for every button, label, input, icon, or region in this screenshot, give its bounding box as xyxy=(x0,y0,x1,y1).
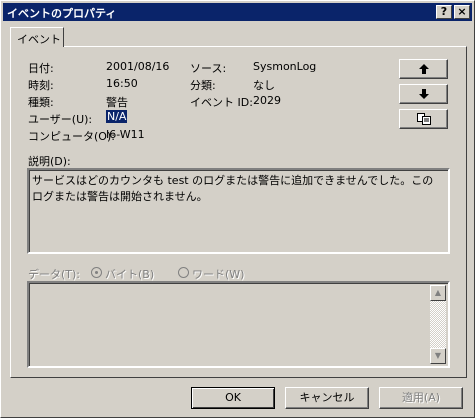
title-bar: イベントのプロパティ ? × xyxy=(3,3,472,21)
help-button[interactable]: ? xyxy=(436,5,452,19)
scroll-up-icon[interactable]: ▲ xyxy=(430,285,446,301)
description-textbox[interactable]: サービスはどのカウンタも test のログまたは警告に追加できませんでした。この… xyxy=(27,168,450,254)
next-event-button[interactable] xyxy=(399,84,448,104)
user-value[interactable]: N/A xyxy=(106,110,128,123)
type-value: 警告 xyxy=(106,96,128,109)
source-value: SysmonLog xyxy=(253,60,317,73)
word-radio[interactable] xyxy=(178,267,189,278)
scroll-down-icon[interactable]: ▼ xyxy=(430,348,446,364)
arrow-up-icon xyxy=(418,64,429,74)
type-label: 種類: xyxy=(28,96,54,109)
description-text: サービスはどのカウンタも test のログまたは警告に追加できませんでした。この… xyxy=(32,174,434,203)
user-label: ユーザー(U): xyxy=(28,113,93,126)
source-label: ソース: xyxy=(190,62,227,75)
close-button[interactable]: × xyxy=(454,5,470,19)
event-id-value: 2029 xyxy=(253,94,281,107)
cancel-button[interactable]: キャンセル xyxy=(285,387,369,409)
ok-button[interactable]: OK xyxy=(191,387,275,409)
category-label: 分類: xyxy=(190,79,216,92)
category-value: なし xyxy=(253,79,275,92)
byte-radio[interactable] xyxy=(91,267,102,278)
date-value: 2001/08/16 xyxy=(106,60,170,73)
previous-event-button[interactable] xyxy=(399,59,448,79)
time-value: 16:50 xyxy=(106,77,138,90)
copy-icon xyxy=(416,113,431,125)
event-id-label: イベント ID: xyxy=(190,96,253,109)
byte-radio-label: バイト(B) xyxy=(105,268,155,281)
computer-value: I6-W11 xyxy=(106,128,145,141)
data-scrollbar[interactable]: ▲ ▼ xyxy=(430,285,446,364)
description-label: 説明(D): xyxy=(28,155,71,168)
data-textbox[interactable]: ▲ ▼ xyxy=(27,281,450,368)
arrow-down-icon xyxy=(418,89,429,99)
window-title: イベントのプロパティ xyxy=(7,7,117,20)
tab-event[interactable]: イベント xyxy=(10,27,64,47)
copy-button[interactable] xyxy=(399,109,448,129)
data-label: データ(T): xyxy=(28,268,81,281)
apply-button[interactable]: 適用(A) xyxy=(379,387,463,409)
event-properties-window: イベントのプロパティ ? × イベント 日付: 2001/08/16 時刻: 1… xyxy=(0,0,475,418)
word-radio-label: ワード(W) xyxy=(192,268,245,281)
event-tab-panel: 日付: 2001/08/16 時刻: 16:50 種類: 警告 ユーザー(U):… xyxy=(10,46,467,378)
date-label: 日付: xyxy=(28,62,54,75)
computer-label: コンピュータ(O): xyxy=(28,130,115,143)
time-label: 時刻: xyxy=(28,79,54,92)
